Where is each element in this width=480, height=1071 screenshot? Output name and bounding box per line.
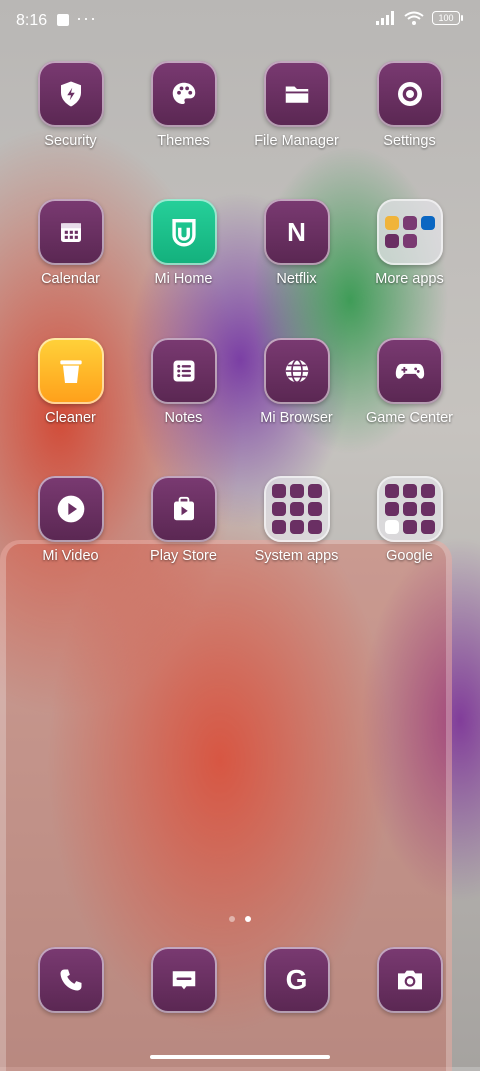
app-mini-icon <box>271 502 286 516</box>
folder-preview-icon <box>376 476 443 542</box>
app-mi-browser[interactable]: Mi Browser <box>240 338 353 468</box>
dock-google[interactable]: G <box>240 947 353 1017</box>
app-mini-icon <box>420 520 435 534</box>
app-mini-icon <box>289 484 304 498</box>
play-store-icon <box>150 476 217 542</box>
folder-system-apps[interactable]: System apps <box>240 476 353 606</box>
app-security[interactable]: Security <box>14 61 127 191</box>
page-indicator <box>0 909 480 927</box>
status-time: 8:16 <box>16 12 48 29</box>
app-mini-icon <box>402 520 417 534</box>
play-icon <box>37 476 104 542</box>
app-label: Security <box>44 133 97 149</box>
folder-icon <box>263 61 330 127</box>
app-mini-icon <box>384 520 399 534</box>
app-mini-icon <box>271 520 286 534</box>
dock-messages[interactable] <box>127 947 240 1017</box>
app-calendar[interactable]: Calendar <box>14 199 127 329</box>
app-label: Play Store <box>150 548 217 564</box>
dock-camera[interactable] <box>353 947 466 1017</box>
app-label: Mi Video <box>42 548 99 564</box>
shield-icon <box>37 61 104 127</box>
netflix-icon: N <box>263 199 330 265</box>
app-label: Mi Home <box>154 271 213 287</box>
app-mini-icon <box>420 484 435 498</box>
app-themes[interactable]: Themes <box>127 61 240 191</box>
phone-icon <box>37 947 104 1013</box>
app-label: Mi Browser <box>260 410 333 426</box>
app-mini-icon <box>307 484 322 498</box>
page-dot[interactable] <box>229 916 235 922</box>
app-mini-icon <box>402 502 417 516</box>
app-mi-video[interactable]: Mi Video <box>14 476 127 606</box>
app-notes[interactable]: Notes <box>127 338 240 468</box>
status-bar: 8:16 ··· 100 <box>0 0 480 42</box>
app-cleaner[interactable]: Cleaner <box>14 338 127 468</box>
palette-icon <box>150 61 217 127</box>
trash-icon <box>37 338 104 404</box>
folder-preview-icon <box>376 199 443 265</box>
app-label: Settings <box>383 133 436 149</box>
app-mini-icon <box>289 520 304 534</box>
dock-phone[interactable] <box>14 947 127 1017</box>
app-label: Google <box>386 548 433 564</box>
app-label: File Manager <box>254 133 339 149</box>
more-notifications-icon: ··· <box>76 8 97 28</box>
folder-more-apps[interactable]: More apps <box>353 199 466 329</box>
signal-icon <box>376 11 394 25</box>
app-mini-icon <box>384 234 399 248</box>
mi-home-icon <box>150 199 217 265</box>
app-label: Game Center <box>365 410 454 426</box>
app-file-manager[interactable]: File Manager <box>240 61 353 191</box>
camera-icon <box>376 947 443 1013</box>
app-netflix[interactable]: N Netflix <box>240 199 353 329</box>
app-mini-icon <box>271 484 286 498</box>
globe-icon <box>263 338 330 404</box>
app-mini-icon <box>402 216 417 230</box>
app-mini-icon <box>384 216 399 230</box>
app-label: Cleaner <box>45 410 96 426</box>
app-game-center[interactable]: Game Center <box>353 338 466 468</box>
app-mini-icon <box>420 502 435 516</box>
battery-icon: 100 <box>432 11 463 25</box>
app-mini-icon <box>307 502 322 516</box>
gear-icon <box>376 61 443 127</box>
home-gesture-bar[interactable] <box>150 1055 330 1059</box>
folder-google[interactable]: Google <box>353 476 466 606</box>
app-label: Notes <box>164 410 203 426</box>
app-mini-icon <box>402 234 417 248</box>
app-mini-icon <box>307 520 322 534</box>
app-label: System apps <box>254 548 339 564</box>
app-label: Calendar <box>41 271 100 287</box>
folder-preview-icon <box>263 476 330 542</box>
calendar-icon <box>37 199 104 265</box>
app-settings[interactable]: Settings <box>353 61 466 191</box>
app-mini-icon <box>420 216 435 230</box>
notification-square-icon <box>57 14 69 26</box>
google-g-icon: G <box>263 947 330 1013</box>
app-label: Netflix <box>276 271 317 287</box>
notes-icon <box>150 338 217 404</box>
app-label: Themes <box>157 133 210 149</box>
app-mini-icon <box>402 484 417 498</box>
page-dot-active[interactable] <box>245 916 251 922</box>
messages-icon <box>150 947 217 1013</box>
app-play-store[interactable]: Play Store <box>127 476 240 606</box>
gamepad-icon <box>376 338 443 404</box>
app-mini-icon <box>289 502 304 516</box>
app-mini-icon <box>384 502 399 516</box>
app-label: More apps <box>375 271 444 287</box>
wifi-icon <box>404 11 424 25</box>
app-mini-icon <box>384 484 399 498</box>
empty-slot <box>421 234 435 248</box>
app-mi-home[interactable]: Mi Home <box>127 199 240 329</box>
